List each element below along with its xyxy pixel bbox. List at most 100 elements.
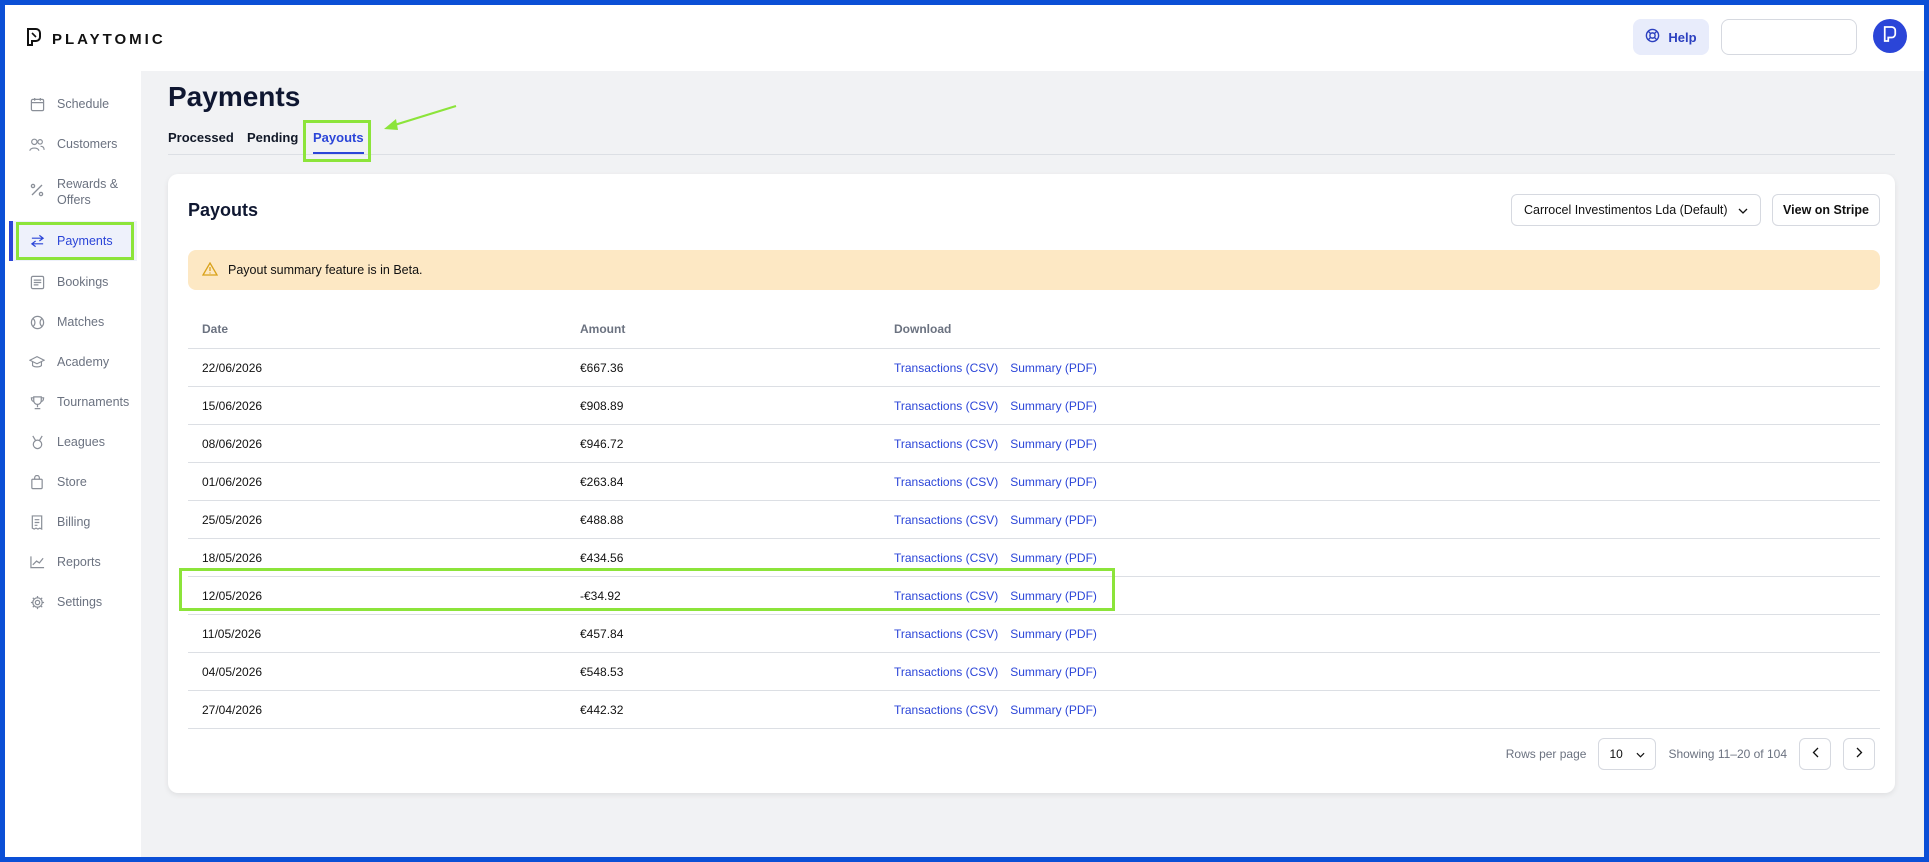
sidebar-item-billing[interactable]: Billing (13, 512, 137, 532)
sidebar-item-label: Billing (57, 515, 91, 529)
sidebar-item-label: Settings (57, 595, 103, 609)
summary-pdf-link[interactable]: Summary (PDF) (1010, 703, 1097, 717)
warning-icon (201, 261, 219, 279)
summary-pdf-link[interactable]: Summary (PDF) (1010, 361, 1097, 375)
cell-date: 04/05/2026 (188, 652, 566, 691)
summary-pdf-link[interactable]: Summary (PDF) (1010, 627, 1097, 641)
transactions-csv-link[interactable]: Transactions (CSV) (894, 703, 998, 717)
column-header-download: Download (880, 310, 1880, 349)
gear-icon (27, 592, 47, 612)
sidebar-item-tournaments[interactable]: Tournaments (13, 392, 137, 412)
help-label: Help (1668, 29, 1697, 45)
chevron-down-icon (1636, 747, 1645, 761)
table-header-row: Date Amount Download (188, 310, 1880, 349)
chevron-right-icon (1856, 747, 1863, 761)
help-button[interactable]: Help (1633, 19, 1709, 55)
page-title: Payments (168, 81, 301, 112)
cell-amount: €548.53 (566, 652, 880, 691)
user-avatar[interactable] (1873, 19, 1907, 53)
sidebar-item-reports[interactable]: Reports (13, 552, 137, 572)
trophy-icon (27, 392, 47, 412)
table-row: 15/06/2026 €908.89 Transactions (CSV) Summa… (188, 386, 1880, 425)
table-row: 04/05/2026 €548.53 Transactions (CSV) Summa… (188, 652, 1880, 691)
calendar-icon (27, 94, 47, 114)
transactions-csv-link[interactable]: Transactions (CSV) (894, 437, 998, 451)
brand-name: PLAYTOMIC (52, 31, 166, 48)
account-select[interactable]: Carrocel Investimentos Lda (Default) (1511, 194, 1761, 226)
table-row: 08/06/2026 €946.72 Transactions (CSV) Summa… (188, 424, 1880, 463)
highlight-payouts-tab (303, 120, 371, 162)
rows-per-page-select[interactable]: 10 (1598, 738, 1657, 770)
table-row: 27/04/2026 €442.32 Transactions (CSV) Summa… (188, 690, 1880, 729)
transactions-csv-link[interactable]: Transactions (CSV) (894, 475, 998, 489)
transactions-csv-link[interactable]: Transactions (CSV) (894, 399, 998, 413)
sidebar-item-customers[interactable]: Customers (13, 134, 137, 154)
sidebar-item-schedule[interactable]: Schedule (13, 94, 137, 114)
cell-date: 11/05/2026 (188, 614, 566, 653)
cell-amount: €263.84 (566, 462, 880, 501)
chevron-left-icon (1812, 747, 1819, 761)
payouts-card: Payouts Carrocel Investimentos Lda (Defa… (168, 174, 1895, 793)
sidebar-item-rewards-offers[interactable]: Rewards & Offers (13, 174, 137, 208)
transactions-csv-link[interactable]: Transactions (CSV) (894, 665, 998, 679)
highlight-payments-nav (16, 222, 134, 260)
sidebar-item-leagues[interactable]: Leagues (13, 432, 137, 452)
chart-line-icon (27, 552, 47, 572)
sidebar-item-label: Leagues (57, 435, 105, 449)
sidebar-item-label: Customers (57, 137, 118, 151)
sidebar-item-matches[interactable]: Matches (13, 312, 137, 332)
rows-per-page-value: 10 (1609, 747, 1623, 761)
main-content: Payments Processed Pending Payouts Payou… (141, 71, 1924, 857)
transactions-csv-link[interactable]: Transactions (CSV) (894, 361, 998, 375)
summary-pdf-link[interactable]: Summary (PDF) (1010, 665, 1097, 679)
list-icon (27, 272, 47, 292)
cell-date: 01/06/2026 (188, 462, 566, 501)
showing-count-text: Showing 11–20 of 104 (1668, 747, 1787, 761)
table-row: 01/06/2026 €263.84 Transactions (CSV) Summa… (188, 462, 1880, 501)
tab-pending[interactable]: Pending (247, 130, 298, 152)
graduation-cap-icon (27, 352, 47, 372)
cell-date: 15/06/2026 (188, 386, 566, 425)
transactions-csv-link[interactable]: Transactions (CSV) (894, 513, 998, 527)
sidebar-item-academy[interactable]: Academy (13, 352, 137, 372)
transactions-csv-link[interactable]: Transactions (CSV) (894, 627, 998, 641)
summary-pdf-link[interactable]: Summary (PDF) (1010, 551, 1097, 565)
pagination: Rows per page 10 Showing 11–20 of 104 (1506, 738, 1875, 770)
sidebar-item-label: Matches (57, 315, 105, 329)
medal-icon (27, 432, 47, 452)
table-row: 25/05/2026 €488.88 Transactions (CSV) Summa… (188, 500, 1880, 539)
lifebuoy-icon (1645, 28, 1660, 46)
top-bar: PLAYTOMIC Help (5, 5, 1924, 71)
cell-amount: €442.32 (566, 690, 880, 729)
cell-date: 27/04/2026 (188, 690, 566, 729)
summary-pdf-link[interactable]: Summary (PDF) (1010, 399, 1097, 413)
transactions-csv-link[interactable]: Transactions (CSV) (894, 551, 998, 565)
brand-logo[interactable]: PLAYTOMIC (26, 27, 166, 52)
next-page-button[interactable] (1843, 738, 1875, 770)
cell-date: 25/05/2026 (188, 500, 566, 539)
card-title: Payouts (188, 200, 259, 220)
playtomic-logo-icon (26, 27, 42, 52)
top-search-field[interactable] (1721, 19, 1857, 55)
sidebar-item-label: Rewards & Offers (57, 177, 119, 207)
view-on-stripe-button[interactable]: View on Stripe (1772, 194, 1880, 226)
cell-amount: €488.88 (566, 500, 880, 539)
sidebar-item-store[interactable]: Store (13, 472, 137, 492)
previous-page-button[interactable] (1799, 738, 1831, 770)
cell-amount: €457.84 (566, 614, 880, 653)
cell-amount: €908.89 (566, 386, 880, 425)
table-row: 22/06/2026 €667.36 Transactions (CSV) Summa… (188, 348, 1880, 387)
sidebar-item-label: Store (57, 475, 87, 489)
sidebar-item-bookings[interactable]: Bookings (13, 272, 137, 292)
users-icon (27, 134, 47, 154)
summary-pdf-link[interactable]: Summary (PDF) (1010, 475, 1097, 489)
column-header-amount: Amount (566, 310, 880, 349)
annotation-arrow (384, 104, 457, 130)
cell-date: 22/06/2026 (188, 348, 566, 387)
summary-pdf-link[interactable]: Summary (PDF) (1010, 513, 1097, 527)
tab-processed[interactable]: Processed (168, 130, 234, 152)
sidebar-item-settings[interactable]: Settings (13, 592, 137, 612)
summary-pdf-link[interactable]: Summary (PDF) (1010, 437, 1097, 451)
cell-date: 08/06/2026 (188, 424, 566, 463)
highlight-negative-row (179, 568, 1115, 611)
